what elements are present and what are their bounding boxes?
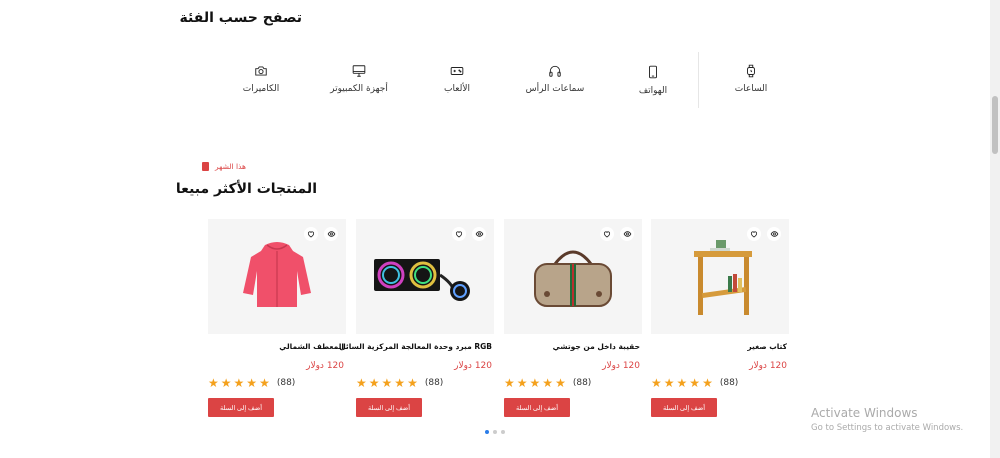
add-to-cart-button[interactable]: أضف إلى السلة [504,398,570,417]
monitor-icon [352,65,366,77]
quick-view-eye-icon[interactable] [472,227,486,241]
star-icon: ★ [407,376,418,390]
windows-activation-watermark: Activate Windows Go to Settings to activ… [811,406,963,433]
product-card[interactable]: حقيبة داخل من جوتشي 120 دولار ★ ★ ★ ★ ★ (88)… [504,219,642,417]
watermark-subtitle: Go to Settings to activate Windows. [811,423,964,433]
star-icon: ★ [246,376,258,390]
star-icon: ★ [259,376,270,390]
side-table-image [694,239,752,315]
star-icon: ★ [555,376,566,390]
page-scrollbar[interactable] [990,0,1000,458]
wishlist-heart-icon[interactable] [600,227,614,241]
section-tag: هذا الشهر [201,162,246,171]
quick-view-eye-icon[interactable] [767,227,781,241]
phone-icon [649,65,657,79]
best-selling-title: المنتجات الأكثر مبيعا [175,181,317,197]
star-icon: ★ [233,376,245,390]
add-to-cart-button[interactable]: أضف إلى السلة [651,398,717,417]
product-price: 120 دولار [602,361,640,371]
product-price: 120 دولار [749,361,787,371]
rating-count: (88) [719,378,739,388]
add-to-cart-button[interactable]: أضف إلى السلة [208,398,274,417]
product-image[interactable] [504,219,642,334]
categories-title: تصفح حسب الفئة [179,10,302,26]
gucci-bag-image [534,250,612,307]
gamepad-icon [450,67,464,75]
star-icon: ★ [381,376,393,390]
camera-icon [255,66,267,76]
category-label: الهواتف [638,86,668,96]
product-name[interactable]: حقيبة داخل من جوتشي [504,342,642,351]
category-cameras[interactable]: الكاميرات [212,52,310,112]
watermark-title: Activate Windows [811,406,918,420]
star-icon: ★ [504,376,515,390]
headphones-icon [549,65,561,77]
category-headphones[interactable]: سماعات الرأس [506,52,604,112]
wishlist-heart-icon[interactable] [304,227,318,241]
quick-view-eye-icon[interactable] [324,227,338,241]
product-name[interactable]: كتاب صغير [651,342,789,351]
category-label: سماعات الرأس [525,84,585,94]
category-computers[interactable]: أجهزة الكمبيوتر [310,52,408,112]
scrollbar-thumb[interactable] [992,96,998,154]
star-icon: ★ [529,376,541,390]
category-label: الساعات [734,84,768,94]
star-icon: ★ [368,376,380,390]
category-row: الساعات الهواتف سماعات الرأس الألعاب أجه… [210,52,800,112]
quick-view-eye-icon[interactable] [620,227,634,241]
watch-icon [747,64,755,78]
product-name[interactable]: RGB مبرد وحدة المعالجة المركزية السائل [339,342,494,351]
star-icon: ★ [702,376,713,390]
carousel-dot[interactable] [485,430,489,434]
star-icon: ★ [208,376,219,390]
category-label: أجهزة الكمبيوتر [330,84,388,94]
wishlist-heart-icon[interactable] [452,227,466,241]
product-name[interactable]: المعطف الشمالي [208,342,346,351]
carousel-dots [485,430,505,434]
product-price: 120 دولار [306,361,344,371]
star-icon: ★ [676,376,688,390]
section-tag-label: هذا الشهر [214,162,246,171]
star-icon: ★ [542,376,554,390]
product-rating: ★ ★ ★ ★ ★ (88) [356,377,494,389]
carousel-dot[interactable] [493,430,497,434]
wishlist-heart-icon[interactable] [747,227,761,241]
category-gaming[interactable]: الألعاب [408,52,506,112]
product-card[interactable]: كتاب صغير 120 دولار ★ ★ ★ ★ ★ (88) أضف إلى ا… [651,219,789,417]
carousel-dot[interactable] [501,430,505,434]
product-image[interactable] [208,219,346,334]
star-icon: ★ [516,376,528,390]
add-to-cart-button[interactable]: أضف إلى السلة [356,398,422,417]
star-icon: ★ [356,376,367,390]
category-label: الألعاب [444,84,470,94]
product-price: 120 دولار [454,361,492,371]
product-rating: ★ ★ ★ ★ ★ (88) [208,377,346,389]
product-rating: ★ ★ ★ ★ ★ (88) [504,377,642,389]
rating-count: (88) [572,378,592,388]
rating-count: (88) [424,378,444,388]
product-image[interactable] [356,219,494,334]
category-divider [698,52,699,108]
star-icon: ★ [651,376,662,390]
rating-count: (88) [276,378,296,388]
star-icon: ★ [663,376,675,390]
product-card[interactable]: RGB مبرد وحدة المعالجة المركزية السائل 1… [339,219,494,417]
rgb-cooler-image [374,258,470,301]
product-card[interactable]: المعطف الشمالي 120 دولار ★ ★ ★ ★ ★ (88) أضف … [208,219,346,417]
product-rating: ★ ★ ★ ★ ★ (88) [651,377,789,389]
category-watches[interactable]: الساعات [702,52,800,112]
section-tag-bar [201,162,209,171]
red-jacket-image [243,241,311,307]
category-label: الكاميرات [242,84,280,94]
star-icon: ★ [220,376,232,390]
product-image[interactable] [651,219,789,334]
category-phones[interactable]: الهواتف [604,52,702,112]
star-icon: ★ [689,376,701,390]
star-icon: ★ [394,376,406,390]
